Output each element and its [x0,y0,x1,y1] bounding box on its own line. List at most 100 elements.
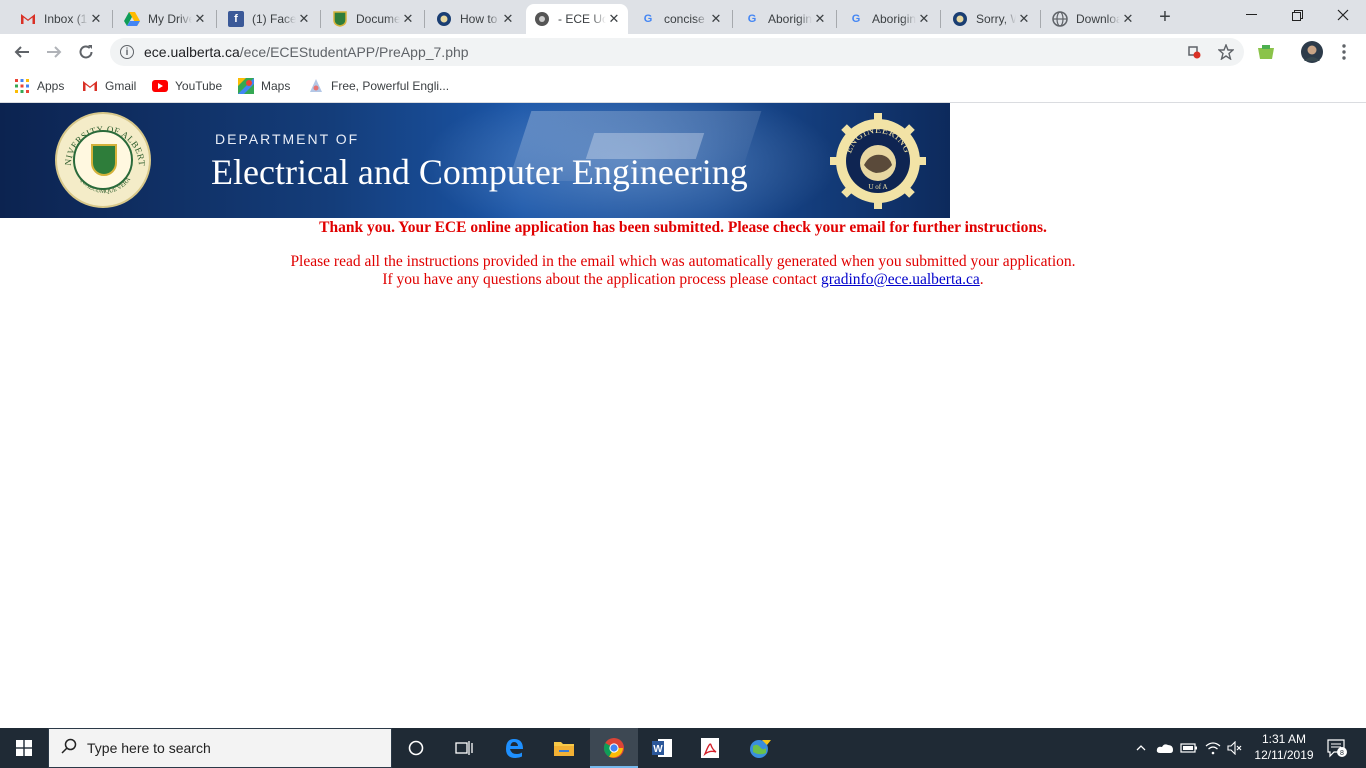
start-button[interactable] [0,728,48,768]
tab-title: How to [460,12,498,26]
close-icon[interactable]: ✕ [1016,11,1032,27]
extension-icon[interactable] [1252,38,1280,66]
forward-button[interactable] [40,38,68,66]
instructions-line-2-prefix: If you have any questions about the appl… [382,271,821,288]
cortana-button[interactable] [392,728,440,768]
edge-icon [506,739,523,758]
edge-app[interactable] [490,728,538,768]
browser-menu-icon[interactable] [1330,38,1358,66]
close-icon[interactable]: ✕ [812,11,828,27]
tab-documents[interactable]: Documents ✕ [324,4,422,34]
pdf-icon [701,738,719,758]
blocked-content-icon[interactable] [1186,44,1202,60]
department-banner: UNIVERSITY OF ALBERTA QUAECUMQUE VERA DE… [0,103,950,218]
engineering-gear-logo: ENGINEERING U of A [830,113,926,209]
tab-my-drive[interactable]: My Drive ✕ [116,4,214,34]
close-icon[interactable]: ✕ [296,11,312,27]
svg-text:W: W [653,744,663,755]
globe-app-icon [750,740,771,758]
search-placeholder: Type here to search [87,740,211,756]
bookmark-maps[interactable]: Maps [238,77,290,95]
bookmark-apps[interactable]: Apps [14,77,64,95]
bookmark-star-icon[interactable] [1218,44,1234,60]
clock-time: 1:31 AM [1261,732,1307,746]
bookmark-youtube[interactable]: YouTube [152,77,222,95]
url-text[interactable]: ece.ualberta.ca/ece/ECEStudentAPP/PreApp… [144,44,469,60]
search-icon [61,738,77,759]
chevron-up-icon [1136,745,1146,751]
close-icon[interactable]: ✕ [192,11,208,27]
bookmark-gmail[interactable]: Gmail [82,77,136,95]
tab-title: Aboriginal [872,12,916,26]
tab-separator [424,10,425,28]
globe-app[interactable] [736,728,784,768]
tab-title: My Drive [148,12,192,26]
notification-count-badge: 8 [1340,750,1344,757]
tab-how-to[interactable]: How to ✕ [428,4,522,34]
close-icon[interactable]: ✕ [708,11,724,27]
google-icon: G [643,13,653,25]
tab-separator [732,10,733,28]
gear-favicon-icon [952,11,968,27]
close-icon[interactable]: ✕ [88,11,104,27]
tab-title: Inbox (1) [44,12,88,26]
windows-taskbar: Type here to search W 1:31 AM 12/11/2019 [0,728,1366,768]
show-hidden-icons-button[interactable] [1132,728,1150,768]
bookmark-label: Apps [37,79,65,93]
restore-button[interactable] [1274,0,1320,30]
tab-inbox[interactable]: Inbox (1) ✕ [12,4,110,34]
back-arrow-icon [14,46,29,58]
submission-message: Thank you. Your ECE online application h… [0,218,1366,289]
close-icon[interactable]: ✕ [400,11,416,27]
close-icon[interactable]: ✕ [916,11,932,27]
folder-icon [554,742,574,756]
chrome-app[interactable] [590,728,638,768]
action-center-button[interactable]: 8 [1320,728,1354,768]
wifi-icon[interactable] [1202,728,1224,768]
instructions-text: Please read all the instructions provide… [0,253,1366,289]
tab-sorry[interactable]: Sorry, We ✕ [944,4,1038,34]
tab-concise[interactable]: G concise ✕ [632,4,730,34]
grammar-tool-icon [308,78,324,94]
acrobat-app[interactable] [686,728,734,768]
new-tab-button[interactable]: + [1154,6,1176,28]
tab-separator [112,10,113,28]
avatar[interactable] [1298,38,1326,66]
volume-muted-icon[interactable] [1224,728,1246,768]
forward-arrow-icon [47,46,62,58]
task-view-button[interactable] [440,728,488,768]
system-clock[interactable]: 1:31 AM 12/11/2019 [1244,731,1324,763]
ualberta-shield-icon [332,11,348,27]
minimize-button[interactable] [1228,0,1274,30]
tab-facebook[interactable]: f (1) Facebook ✕ [220,4,318,34]
tab-title: Download [1076,12,1120,26]
close-icon[interactable]: ✕ [1120,11,1136,27]
address-bar[interactable]: i ece.ualberta.ca/ece/ECEStudentAPP/PreA… [110,38,1244,66]
contact-email-link[interactable]: gradinfo@ece.ualberta.ca [821,271,980,288]
tab-aboriginal-2[interactable]: G Aboriginal ✕ [840,4,938,34]
reload-button[interactable] [72,38,100,66]
globe-icon [1052,11,1068,27]
windows-logo-icon [16,740,32,756]
close-icon[interactable]: ✕ [606,11,622,27]
tab-download[interactable]: Download ✕ [1044,4,1142,34]
info-icon[interactable]: i [120,45,134,59]
bookmark-free-powerful-english[interactable]: Free, Powerful Engli... [308,77,449,95]
task-view-icon [455,741,473,755]
back-button[interactable] [8,38,36,66]
tab-ece-uofa[interactable]: - ECE UofA ✕ [526,4,628,34]
taskbar-search-box[interactable]: Type here to search [48,728,392,768]
onedrive-icon[interactable] [1154,728,1176,768]
tab-aboriginal-1[interactable]: G Aboriginal ✕ [736,4,834,34]
reload-icon [79,45,93,59]
file-explorer-app[interactable] [540,728,588,768]
word-app[interactable]: W [638,728,686,768]
close-window-button[interactable] [1320,0,1366,30]
svg-text:U of A: U of A [868,183,887,191]
battery-icon[interactable] [1178,728,1200,768]
close-icon[interactable]: ✕ [500,11,516,27]
notifications-icon: 8 [1327,739,1347,758]
tab-title: Documents [356,12,400,26]
chrome-icon [603,738,624,758]
gear-favicon-icon [436,11,452,27]
